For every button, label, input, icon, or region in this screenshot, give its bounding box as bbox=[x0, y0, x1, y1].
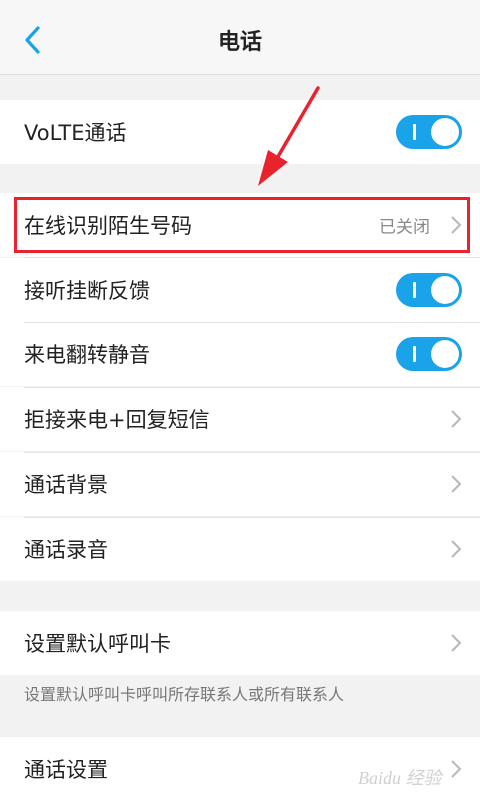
divider bbox=[24, 517, 480, 518]
toggle-knob bbox=[431, 340, 459, 368]
toggle-knob bbox=[431, 276, 459, 304]
row-flip-mute: 来电翻转静音 bbox=[0, 322, 480, 386]
chevron-right-icon bbox=[451, 634, 462, 652]
divider bbox=[24, 257, 480, 258]
row-label: 通话背景 bbox=[24, 473, 108, 497]
divider bbox=[24, 322, 480, 323]
row-call-background[interactable]: 通话背景 bbox=[0, 452, 480, 516]
default-card-note: 设置默认呼叫卡呼叫所存联系人或所有联系人 bbox=[24, 685, 345, 704]
answer-feedback-toggle[interactable] bbox=[396, 273, 462, 307]
toggle-on-mark bbox=[413, 124, 416, 140]
divider bbox=[24, 387, 480, 388]
svg-text:Baidu 经验: Baidu 经验 bbox=[358, 768, 443, 788]
row-label: 通话录音 bbox=[24, 538, 108, 562]
chevron-right-icon bbox=[451, 475, 462, 493]
chevron-right-icon bbox=[451, 540, 462, 558]
divider bbox=[24, 452, 480, 453]
chevron-right-icon bbox=[451, 410, 462, 428]
row-reject-sms[interactable]: 拒接来电+回复短信 bbox=[0, 387, 480, 451]
row-label: 接听挂断反馈 bbox=[24, 279, 150, 303]
row-value: 已关闭 bbox=[379, 217, 430, 238]
title-bar: 电话 bbox=[0, 0, 480, 75]
row-volte: VoLTE通话 bbox=[0, 100, 480, 164]
volte-toggle[interactable] bbox=[396, 115, 462, 149]
row-label: 通话设置 bbox=[24, 758, 108, 782]
toggle-knob bbox=[431, 118, 459, 146]
row-label: 来电翻转静音 bbox=[24, 343, 150, 367]
row-call-recording[interactable]: 通话录音 bbox=[0, 517, 480, 581]
chevron-right-icon bbox=[451, 216, 462, 234]
baidu-watermark: Baidu 经验 bbox=[358, 768, 443, 788]
row-online-identify[interactable]: 在线识别陌生号码 已关闭 bbox=[0, 193, 480, 257]
toggle-on-mark bbox=[413, 282, 416, 298]
row-default-call-card[interactable]: 设置默认呼叫卡 bbox=[0, 611, 480, 675]
flip-mute-toggle[interactable] bbox=[396, 337, 462, 371]
row-label: 拒接来电+回复短信 bbox=[24, 408, 210, 432]
row-answer-feedback: 接听挂断反馈 bbox=[0, 257, 480, 322]
row-label: 在线识别陌生号码 bbox=[24, 214, 192, 238]
row-label: VoLTE通话 bbox=[24, 121, 127, 145]
row-label: 设置默认呼叫卡 bbox=[24, 632, 171, 656]
toggle-on-mark bbox=[413, 346, 416, 362]
page-title: 电话 bbox=[217, 30, 262, 55]
